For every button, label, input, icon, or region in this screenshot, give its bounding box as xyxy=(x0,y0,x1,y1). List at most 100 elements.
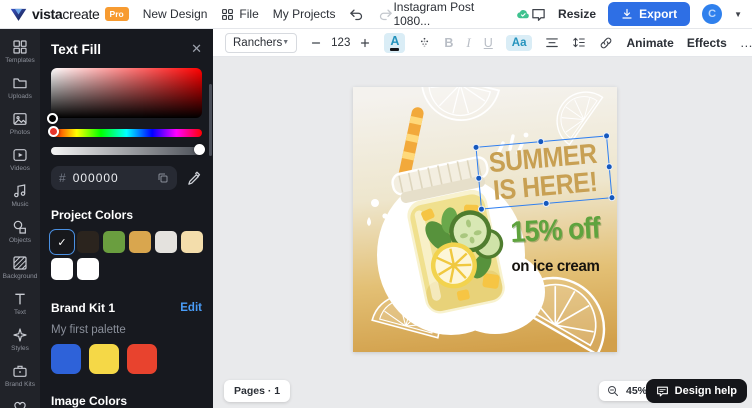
subline-text[interactable]: on ice cream xyxy=(503,258,608,276)
document-title[interactable]: Instagram Post 1080... xyxy=(393,0,510,28)
text-icon xyxy=(12,291,28,307)
sidebar-item-videos[interactable]: Videos xyxy=(0,143,40,177)
hue-slider[interactable] xyxy=(51,129,202,137)
chevron-down-icon: ▼ xyxy=(282,39,289,46)
color-swatch[interactable] xyxy=(51,258,73,280)
brand-wordmark: vistacreate xyxy=(32,6,100,22)
download-icon xyxy=(621,8,633,20)
sidebar-item-brand-kits[interactable]: Brand Kits xyxy=(0,359,40,393)
color-swatch[interactable] xyxy=(129,231,151,253)
comments-icon[interactable] xyxy=(531,7,546,21)
promo-text[interactable]: 15% off xyxy=(499,211,611,251)
undo-icon[interactable] xyxy=(349,8,364,21)
opacity-slider[interactable] xyxy=(51,147,202,155)
color-swatch[interactable] xyxy=(77,258,99,280)
sidebar-label: Text xyxy=(0,309,40,316)
headline-text-element[interactable]: SUMMER IS HERE! xyxy=(482,143,606,202)
video-icon xyxy=(12,147,28,163)
color-swatch[interactable] xyxy=(51,344,81,374)
sidebar-label: Videos xyxy=(0,165,40,172)
text-align-icon[interactable] xyxy=(545,37,559,49)
saturation-picker[interactable] xyxy=(51,68,202,118)
panel-scrollbar[interactable] xyxy=(209,84,212,156)
canvas-artboard[interactable]: SUMMER IS HERE! 15% off on xyxy=(353,87,617,352)
sidebar-item-templates[interactable]: Templates xyxy=(0,35,40,69)
transparency-icon[interactable] xyxy=(418,36,431,49)
pages-button[interactable]: Pages · 1 xyxy=(224,380,290,402)
font-size-value[interactable]: 123 xyxy=(331,37,350,49)
selection-handle[interactable] xyxy=(475,174,483,182)
eyedropper-icon[interactable] xyxy=(187,171,202,186)
saturation-handle[interactable] xyxy=(47,113,58,124)
hex-prefix: # xyxy=(59,171,66,185)
hex-color-input[interactable]: # 000000 xyxy=(51,166,177,190)
font-family-select[interactable]: Ranchers ▼ xyxy=(225,33,297,53)
hex-value[interactable]: 000000 xyxy=(73,171,157,185)
palette-name: My first palette xyxy=(51,324,202,336)
account-caret-icon[interactable]: ▼ xyxy=(734,10,742,19)
sidebar-item-text[interactable]: Text xyxy=(0,287,40,321)
templates-icon xyxy=(12,39,28,55)
effects-button[interactable]: Effects xyxy=(687,36,727,50)
color-swatch[interactable] xyxy=(77,231,99,253)
underline-button[interactable]: U xyxy=(484,36,493,50)
redo-icon[interactable] xyxy=(378,8,393,21)
resize-button[interactable]: Resize xyxy=(558,7,596,21)
user-avatar[interactable]: C xyxy=(702,4,722,24)
color-swatch[interactable] xyxy=(127,344,157,374)
chat-icon xyxy=(656,385,669,397)
line-spacing-icon[interactable] xyxy=(572,36,586,49)
color-swatch[interactable] xyxy=(181,231,203,253)
more-options-icon[interactable]: … xyxy=(740,35,752,50)
sidebar-item-styles[interactable]: Styles xyxy=(0,323,40,357)
font-family-value: Ranchers xyxy=(233,37,282,49)
text-toolbar: Ranchers ▼ 123 A B I U Aa xyxy=(213,29,752,57)
grid-icon xyxy=(221,8,234,21)
color-swatch[interactable] xyxy=(155,231,177,253)
opacity-handle[interactable] xyxy=(194,144,205,155)
sidebar-item-uploads[interactable]: Uploads xyxy=(0,71,40,105)
vistacreate-logo[interactable]: vistacreate Pro xyxy=(10,6,129,22)
hue-handle[interactable] xyxy=(48,126,59,137)
bold-button[interactable]: B xyxy=(444,36,453,50)
file-menu-button[interactable]: File xyxy=(221,7,258,21)
brand-kit-edit-link[interactable]: Edit xyxy=(180,302,202,314)
font-size-increase-button[interactable] xyxy=(359,37,371,49)
link-icon[interactable] xyxy=(599,36,613,50)
selection-handle[interactable] xyxy=(472,144,480,152)
topbar-center: Instagram Post 1080... xyxy=(393,0,531,28)
topbar-left: vistacreate Pro New Design File My Proje… xyxy=(10,6,393,22)
sidebar-label: Styles xyxy=(0,345,40,352)
color-swatch[interactable] xyxy=(89,344,119,374)
color-swatch[interactable]: ✓ xyxy=(51,231,73,253)
font-size-decrease-button[interactable] xyxy=(310,37,322,49)
selection-handle[interactable] xyxy=(537,138,545,146)
sidebar-item-background[interactable]: Background xyxy=(0,251,40,285)
sidebar-label: Photos xyxy=(0,129,40,136)
text-case-button[interactable]: Aa xyxy=(506,35,533,51)
export-label: Export xyxy=(639,7,677,21)
topbar: vistacreate Pro New Design File My Proje… xyxy=(0,0,752,29)
zoom-out-icon[interactable] xyxy=(607,385,619,397)
sidebar-item-music[interactable]: Music xyxy=(0,179,40,213)
design-help-button[interactable]: Design help xyxy=(646,379,747,403)
sidebar-item-favorites[interactable]: Favorites xyxy=(0,395,40,408)
new-design-button[interactable]: New Design xyxy=(143,7,208,21)
sidebar-item-photos[interactable]: Photos xyxy=(0,107,40,141)
selection-handle[interactable] xyxy=(605,163,613,171)
brand-kit-label: Brand Kit 1 xyxy=(51,301,115,315)
italic-button[interactable]: I xyxy=(466,35,470,51)
close-icon[interactable]: ✕ xyxy=(191,41,202,57)
zoom-level[interactable]: 45% xyxy=(626,385,647,397)
copy-icon[interactable] xyxy=(157,172,169,184)
text-color-button[interactable]: A xyxy=(384,33,405,53)
heart-icon xyxy=(12,399,28,408)
color-swatch[interactable] xyxy=(103,231,125,253)
animate-button[interactable]: Animate xyxy=(626,36,673,50)
my-projects-button[interactable]: My Projects xyxy=(273,7,336,21)
sparkle-icon xyxy=(12,327,28,343)
sidebar-item-objects[interactable]: Objects xyxy=(0,215,40,249)
workspace[interactable]: SUMMER IS HERE! 15% off on xyxy=(213,57,752,408)
sidebar: Templates Uploads Photos Videos Music Ob… xyxy=(0,29,40,408)
export-button[interactable]: Export xyxy=(608,2,690,26)
